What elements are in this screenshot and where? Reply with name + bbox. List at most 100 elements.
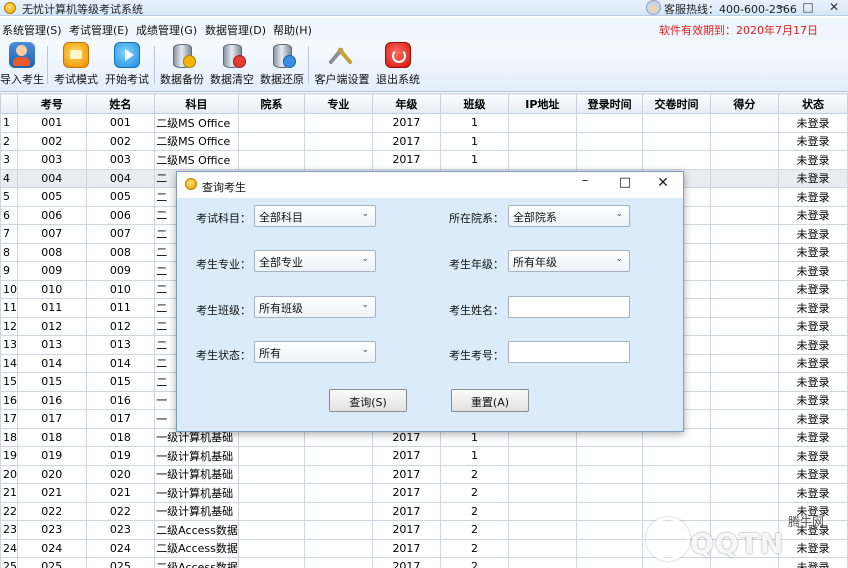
- cell-exam-id: 008: [17, 242, 87, 262]
- cell-major: [304, 150, 373, 170]
- start-exam-button[interactable]: 开始考试: [105, 42, 149, 90]
- column-header-login-time[interactable]: 登录时间: [575, 93, 644, 114]
- cell-name: 001: [85, 113, 156, 133]
- major-select[interactable]: 全部专业 ⌄: [254, 250, 376, 272]
- data-restore-button[interactable]: 数据还原: [260, 42, 304, 90]
- status-label: 考生状态：: [196, 349, 251, 362]
- column-header-department[interactable]: 院系: [237, 93, 306, 114]
- table-row[interactable]: 3 003 003 二级MS Office 2017 1 未登录: [0, 150, 848, 170]
- class-select[interactable]: 所有班级 ⌄: [254, 296, 376, 318]
- subject-label: 考试科目：: [196, 212, 251, 225]
- cell-name: 011: [85, 298, 156, 318]
- cell-grade: 2017: [371, 464, 442, 484]
- cell-name: 014: [85, 353, 156, 373]
- chevron-down-icon: ⌄: [615, 209, 623, 219]
- cell-grade: 2017: [371, 113, 442, 133]
- import-students-button[interactable]: 导入考生: [0, 42, 44, 90]
- cell-status: 未登录: [777, 446, 848, 466]
- cell-status: 未登录: [777, 113, 848, 133]
- cell-grade: 2017: [371, 557, 442, 568]
- menu-score[interactable]: 成绩管理(G): [136, 22, 197, 38]
- column-header-exam-id[interactable]: 考号: [17, 93, 87, 114]
- data-clear-button[interactable]: 数据清空: [210, 42, 254, 90]
- cell-status: 未登录: [777, 205, 848, 225]
- cell-status: 未登录: [777, 335, 848, 355]
- cell-name: 015: [85, 372, 156, 392]
- cell-grade: 2017: [371, 150, 442, 170]
- cell-status: 未登录: [777, 483, 848, 503]
- department-label: 所在院系：: [449, 212, 504, 225]
- cell-score: [709, 168, 779, 188]
- cell-department: [237, 557, 306, 568]
- cell-login-time: [575, 557, 644, 568]
- cell-ip-address: [507, 464, 578, 484]
- cell-ip-address: [507, 538, 578, 558]
- client-settings-button[interactable]: 客户端设置: [314, 42, 370, 90]
- title-bar: 无忧计算机等级考试系统 客服热线：400-600-2366 ─ □ ✕: [0, 0, 848, 16]
- database-backup-icon: [169, 42, 196, 68]
- reset-button[interactable]: 重置(A): [451, 389, 529, 412]
- table-row[interactable]: 19 019 019 一级计算机基础 2017 1 未登录: [0, 446, 848, 466]
- cell-major: [304, 131, 373, 151]
- column-header-name[interactable]: 姓名: [85, 93, 156, 114]
- table-row[interactable]: 21 021 021 一级计算机基础 2017 2 未登录: [0, 483, 848, 503]
- cell-score: [709, 150, 779, 170]
- grade-select[interactable]: 所有年级 ⌄: [508, 250, 630, 272]
- dialog-app-icon: [185, 178, 197, 190]
- column-header-ip-address[interactable]: IP地址: [507, 93, 578, 114]
- cell-status: 未登录: [777, 168, 848, 188]
- chevron-down-icon: ⌄: [361, 300, 369, 310]
- menu-exam[interactable]: 考试管理(E): [69, 22, 129, 38]
- cell-name: 009: [85, 261, 156, 281]
- dialog-maximize-icon[interactable]: □: [615, 175, 635, 190]
- table-row[interactable]: 2 002 002 二级MS Office 2017 1 未登录: [0, 131, 848, 151]
- row-number-header: [0, 93, 18, 114]
- cell-score: [709, 261, 779, 281]
- cell-subject: 一级计算机基础: [154, 464, 239, 484]
- column-header-score[interactable]: 得分: [709, 93, 779, 114]
- exam-mode-button[interactable]: 考试模式: [54, 42, 98, 90]
- row-number: 23: [0, 520, 18, 540]
- menu-system[interactable]: 系统管理(S): [2, 22, 62, 38]
- cell-status: 未登录: [777, 131, 848, 151]
- column-header-class[interactable]: 班级: [440, 93, 509, 114]
- exit-system-button[interactable]: 退出系统: [376, 42, 420, 90]
- name-label: 考生姓名：: [449, 304, 504, 317]
- cell-subject: 二级Access数据: [154, 557, 239, 568]
- column-header-submit-time[interactable]: 交卷时间: [642, 93, 711, 114]
- play-icon: [114, 42, 140, 68]
- cell-exam-id: 007: [17, 224, 87, 244]
- maximize-icon[interactable]: □: [800, 0, 816, 14]
- status-select[interactable]: 所有 ⌄: [254, 341, 376, 363]
- query-button[interactable]: 查询(S): [329, 389, 407, 412]
- table-row[interactable]: 20 020 020 一级计算机基础 2017 2 未登录: [0, 464, 848, 484]
- dialog-title: 查询考生: [202, 181, 246, 194]
- table-row[interactable]: 1 001 001 二级MS Office 2017 1 未登录: [0, 113, 848, 133]
- row-number: 2: [0, 131, 18, 151]
- row-number: 20: [0, 464, 18, 484]
- dialog-minimize-icon[interactable]: –: [575, 173, 595, 188]
- menu-data[interactable]: 数据管理(D): [205, 22, 266, 38]
- student-name-input[interactable]: [508, 296, 630, 318]
- column-header-status[interactable]: 状态: [777, 93, 848, 114]
- subject-select[interactable]: 全部科目 ⌄: [254, 205, 376, 227]
- exam-id-input[interactable]: [508, 341, 630, 363]
- department-select[interactable]: 全部院系 ⌄: [508, 205, 630, 227]
- row-number: 8: [0, 242, 18, 262]
- column-header-major[interactable]: 专业: [304, 93, 373, 114]
- minimize-icon[interactable]: ─: [772, 0, 788, 14]
- column-header-grade[interactable]: 年级: [371, 93, 442, 114]
- cell-status: 未登录: [777, 390, 848, 410]
- data-backup-button[interactable]: 数据备份: [160, 42, 204, 90]
- cell-score: [709, 427, 779, 447]
- dialog-title-bar: 查询考生 – □ ✕: [177, 172, 683, 198]
- dialog-close-icon[interactable]: ✕: [653, 175, 673, 191]
- cell-major: [304, 520, 373, 540]
- cell-status: 未登录: [777, 409, 848, 429]
- column-header-subject[interactable]: 科目: [154, 93, 239, 114]
- close-icon[interactable]: ✕: [826, 0, 842, 14]
- toolbar-divider: [154, 46, 155, 84]
- menu-help[interactable]: 帮助(H): [273, 22, 312, 38]
- cell-name: 002: [85, 131, 156, 151]
- cell-department: [237, 520, 306, 540]
